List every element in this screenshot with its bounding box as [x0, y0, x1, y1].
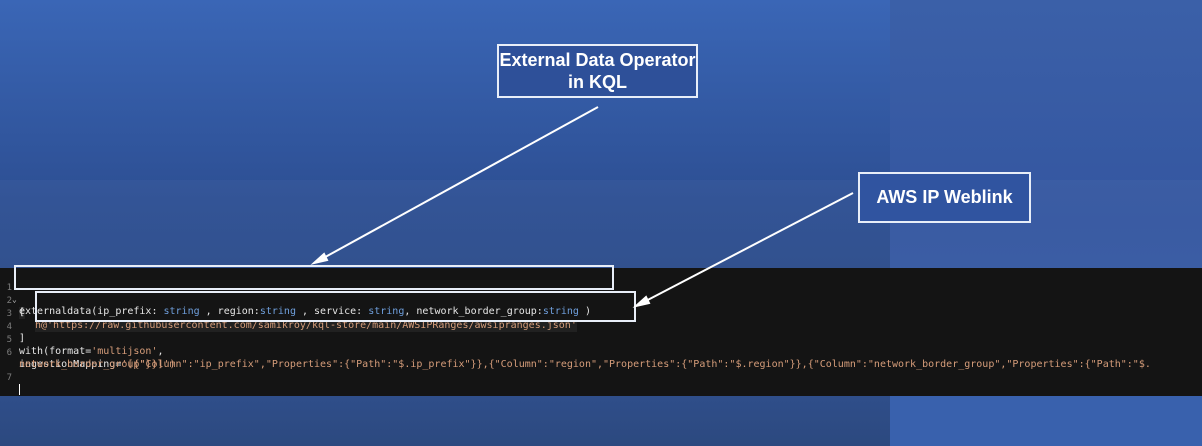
arrow-head-icon	[632, 295, 651, 308]
arrow-to-weblink	[639, 192, 854, 305]
callout-external-data-operator: External Data Operator in KQL	[497, 44, 698, 98]
arrow-head-icon	[310, 252, 329, 265]
callout-aws-ip-weblink: AWS IP Weblink	[858, 172, 1031, 223]
arrow-to-externaldata	[317, 106, 599, 262]
